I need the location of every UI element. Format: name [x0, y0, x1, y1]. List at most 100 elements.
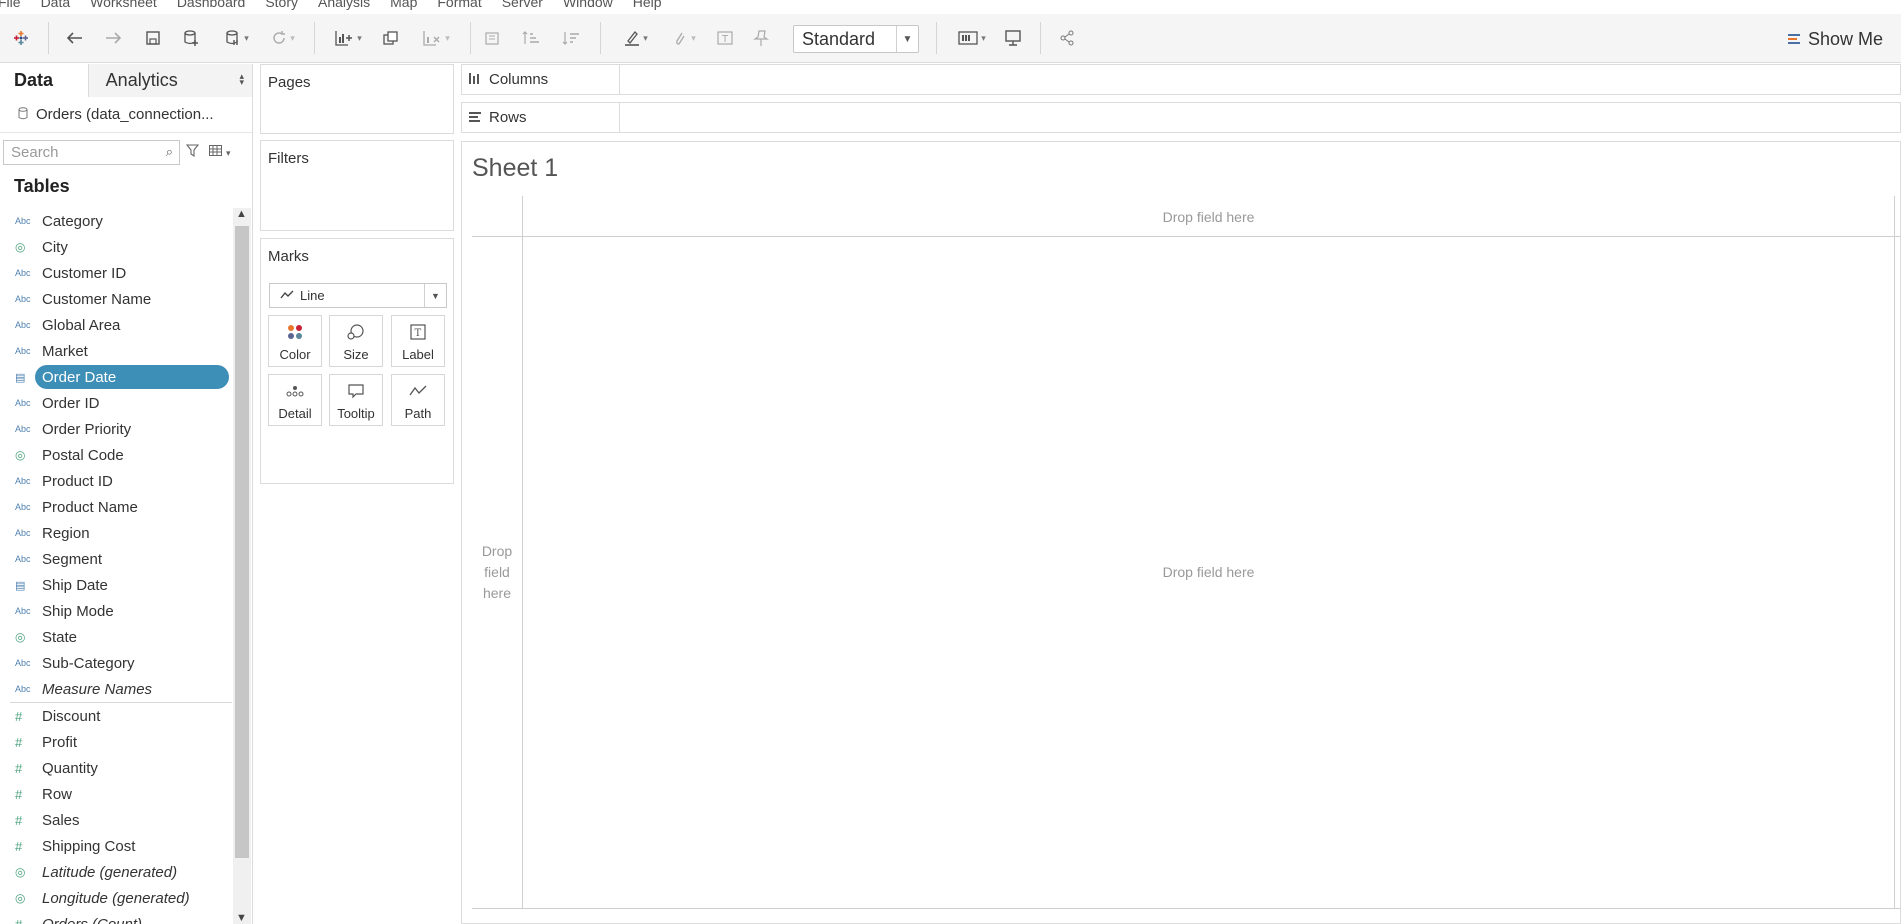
save-icon[interactable]	[142, 26, 164, 50]
filters-card[interactable]: Filters	[260, 140, 454, 231]
pause-updates-icon[interactable]: ▾	[220, 26, 254, 50]
menu-analysis[interactable]: Analysis	[318, 0, 370, 10]
rows-shelf[interactable]: Rows	[461, 102, 1901, 133]
field-name: Market	[42, 342, 88, 360]
field-item[interactable]: ▤ Ship Date	[0, 572, 232, 598]
drop-zone-rows[interactable]: Drop field here	[472, 541, 522, 604]
share-icon[interactable]	[1056, 26, 1078, 50]
show-cards-icon[interactable]: ▾	[952, 26, 992, 50]
field-list-scrollbar[interactable]: ▲ ▼	[233, 208, 251, 924]
search-input[interactable]: Search ⌕	[3, 139, 180, 165]
field-item[interactable]: ◎ Postal Code	[0, 442, 232, 468]
field-item[interactable]: Abc Market	[0, 338, 232, 364]
field-name: Category	[42, 212, 103, 230]
field-name: Profit	[42, 733, 78, 751]
field-name: Shipping Cost	[42, 837, 136, 855]
scroll-down-icon[interactable]: ▼	[236, 912, 247, 924]
duplicate-sheet-icon[interactable]	[380, 26, 402, 50]
menu-window[interactable]: Window	[563, 0, 613, 10]
row-header-divider	[522, 196, 523, 908]
mark-type-select[interactable]: Line ▼	[269, 283, 447, 308]
field-item[interactable]: ◎ Latitude (generated)	[0, 859, 232, 885]
color-button[interactable]: Color	[268, 315, 322, 367]
refresh-icon[interactable]: ▾	[264, 26, 302, 50]
data-connection[interactable]: Orders (data_connection...	[0, 97, 252, 133]
fix-axes-icon[interactable]	[750, 26, 772, 50]
field-item[interactable]: Abc Segment	[0, 546, 232, 572]
field-name: Customer ID	[42, 264, 127, 282]
number-icon: #	[15, 812, 23, 828]
filters-title: Filters	[268, 150, 309, 167]
menu-server[interactable]: Server	[502, 0, 543, 10]
menu-help[interactable]: Help	[633, 0, 662, 10]
undo-icon[interactable]	[64, 26, 86, 50]
show-me-button[interactable]: Show Me	[1788, 26, 1883, 52]
tooltip-button[interactable]: Tooltip	[329, 374, 383, 426]
drop-zone-columns[interactable]: Drop field here	[523, 209, 1894, 225]
menu-story[interactable]: Story	[265, 0, 298, 10]
number-icon: #	[15, 916, 23, 924]
new-worksheet-icon[interactable]: ▾	[328, 26, 368, 50]
line-mark-icon	[280, 288, 294, 303]
tab-data[interactable]: Data	[0, 64, 88, 97]
view-size-select[interactable]: Standard ▼	[793, 25, 919, 53]
sort-descending-icon[interactable]	[560, 26, 582, 50]
field-item[interactable]: ◎ City	[0, 234, 232, 260]
globe-icon: ◎	[15, 891, 26, 905]
path-button[interactable]: Path	[391, 374, 445, 426]
group-members-icon[interactable]: ▾	[664, 26, 704, 50]
field-item[interactable]: Abc Customer ID	[0, 260, 232, 286]
field-item[interactable]: # Discount	[0, 703, 232, 729]
scrollbar-thumb[interactable]	[235, 226, 249, 858]
field-item[interactable]: Abc Order Priority	[0, 416, 232, 442]
swap-rows-columns-icon[interactable]	[482, 26, 504, 50]
field-item[interactable]: Abc Ship Mode	[0, 598, 232, 624]
menu-map[interactable]: Map	[390, 0, 417, 10]
field-name: Sub-Category	[42, 654, 135, 672]
highlight-icon[interactable]: ▾	[616, 26, 656, 50]
redo-icon[interactable]	[102, 26, 124, 50]
columns-shelf[interactable]: Columns	[461, 64, 1901, 95]
field-item[interactable]: Abc Product ID	[0, 468, 232, 494]
field-item[interactable]: ◎ State	[0, 624, 232, 650]
number-icon: #	[15, 708, 23, 724]
presentation-mode-icon[interactable]	[1002, 26, 1024, 50]
sort-ascending-icon[interactable]	[520, 26, 542, 50]
menu-data[interactable]: Data	[41, 0, 71, 10]
field-item[interactable]: # Profit	[0, 729, 232, 755]
field-item[interactable]: # Orders (Count)	[0, 911, 232, 924]
field-item[interactable]: Abc Category	[0, 208, 232, 234]
collapse-toggle-icon[interactable]: ▴ ▾	[239, 72, 244, 87]
field-item[interactable]: # Shipping Cost	[0, 833, 232, 859]
view-options-icon[interactable]: ▾	[209, 145, 231, 159]
pages-card[interactable]: Pages	[260, 64, 454, 134]
sheet-title[interactable]: Sheet 1	[472, 154, 558, 183]
tableau-logo-icon[interactable]	[10, 26, 32, 50]
field-item[interactable]: Abc Measure Names	[0, 676, 232, 702]
new-data-source-icon[interactable]	[180, 26, 202, 50]
detail-button[interactable]: Detail	[268, 374, 322, 426]
field-item[interactable]: # Sales	[0, 807, 232, 833]
field-item[interactable]: Abc Sub-Category	[0, 650, 232, 676]
field-item[interactable]: Abc Product Name	[0, 494, 232, 520]
filter-icon[interactable]	[185, 144, 200, 160]
field-item[interactable]: Abc Order ID	[0, 390, 232, 416]
field-item[interactable]: Abc Global Area	[0, 312, 232, 338]
menu-worksheet[interactable]: Worksheet	[90, 0, 157, 10]
field-item[interactable]: ▤ Order Date	[0, 364, 232, 390]
field-item[interactable]: Abc Region	[0, 520, 232, 546]
show-mark-labels-icon[interactable]: T	[714, 26, 736, 50]
field-item[interactable]: Abc Customer Name	[0, 286, 232, 312]
drop-zone-center[interactable]: Drop field here	[523, 564, 1894, 580]
clear-sheet-icon[interactable]: ▾	[416, 26, 456, 50]
field-item[interactable]: # Row	[0, 781, 232, 807]
menu-format[interactable]: Format	[437, 0, 481, 10]
menu-file[interactable]: File	[0, 0, 21, 10]
tab-analytics[interactable]: Analytics ▴ ▾	[87, 64, 252, 97]
label-button[interactable]: T Label	[391, 315, 445, 367]
field-item[interactable]: ◎ Longitude (generated)	[0, 885, 232, 911]
field-item[interactable]: # Quantity	[0, 755, 232, 781]
size-button[interactable]: Size	[329, 315, 383, 367]
menu-dashboard[interactable]: Dashboard	[177, 0, 246, 10]
scroll-up-icon[interactable]: ▲	[236, 208, 247, 220]
